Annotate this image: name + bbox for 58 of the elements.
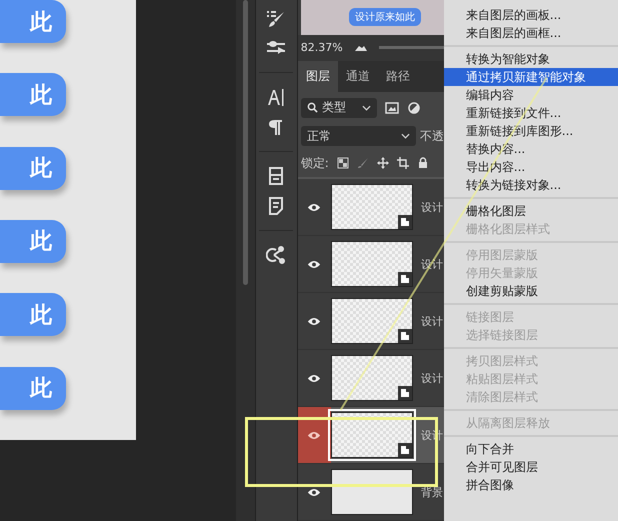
- eye-icon[interactable]: [307, 202, 322, 212]
- checker-lock-icon[interactable]: [336, 157, 349, 170]
- brush-icon[interactable]: [356, 157, 369, 170]
- zoom-level[interactable]: 82.37%: [300, 41, 343, 54]
- menu-item[interactable]: 栅格化图层: [444, 202, 618, 220]
- layer-name: 背景: [420, 484, 443, 500]
- menu-item[interactable]: 来自图层的画板...: [444, 6, 618, 24]
- filter-dropdown[interactable]: 类型: [300, 98, 377, 118]
- adjustment-icon[interactable]: [406, 102, 421, 114]
- menu-item[interactable]: 来自图层的画框...: [444, 24, 618, 42]
- panel-tab[interactable]: 路径: [378, 60, 418, 92]
- panel-tab[interactable]: 通道: [338, 60, 378, 92]
- panel-tab[interactable]: 图层: [298, 60, 338, 92]
- smart-object-icon: [398, 386, 412, 400]
- brush-list-icon[interactable]: [266, 8, 286, 28]
- eye-icon[interactable]: [307, 374, 322, 383]
- menu-item[interactable]: 转换为链接对象...: [444, 176, 618, 194]
- layer-row[interactable]: 背景: [298, 464, 444, 521]
- menu-item[interactable]: 重新链接到文件...: [444, 104, 618, 122]
- menu-item[interactable]: 通过拷贝新建智能对象: [444, 68, 618, 86]
- crop-icon[interactable]: [396, 157, 409, 170]
- eye-icon[interactable]: [307, 260, 322, 269]
- lock-label: 锁定:: [300, 154, 329, 172]
- opacity-label: 不透: [420, 128, 444, 145]
- menu-item[interactable]: 编辑内容: [444, 86, 618, 104]
- blend-mode-dropdown[interactable]: 正常: [300, 126, 416, 146]
- search-icon: [306, 102, 318, 114]
- connector-icon[interactable]: [266, 245, 286, 265]
- menu-item[interactable]: 向下合并: [444, 440, 618, 458]
- menu-item[interactable]: 合并可见图层: [444, 458, 618, 476]
- layer-row[interactable]: 设计: [298, 179, 444, 236]
- scrollbar[interactable]: [242, 0, 248, 285]
- smart-object-icon: [398, 443, 412, 458]
- move-icon[interactable]: [376, 157, 389, 170]
- smart-object-icon: [398, 215, 412, 230]
- text-tool-icon[interactable]: [266, 87, 286, 107]
- layer-row[interactable]: 设计: [298, 350, 444, 408]
- lock-icon[interactable]: [416, 157, 429, 170]
- blend-mode-label: 正常: [306, 128, 332, 145]
- layer-name: 设计: [420, 200, 443, 215]
- filter-label: 类型: [322, 99, 347, 116]
- layer-name: 设计: [420, 370, 443, 386]
- mountain-icon[interactable]: [354, 44, 367, 51]
- menu-item[interactable]: 重新链接到库图形...: [444, 122, 618, 140]
- chevron-icon: [400, 133, 410, 140]
- smart-object-icon: [398, 329, 412, 344]
- menu-item[interactable]: 替换内容...: [444, 140, 618, 158]
- smart-object-icon: [398, 272, 412, 286]
- menu-item[interactable]: 转换为智能对象: [444, 50, 618, 68]
- chevron-icon: [362, 104, 371, 111]
- layer-name: 设计: [420, 314, 443, 329]
- layer-row[interactable]: 设计: [298, 293, 444, 350]
- eye-icon[interactable]: [307, 488, 322, 497]
- menu-item[interactable]: 拼合图像: [444, 476, 618, 494]
- menu-item[interactable]: 导出内容...: [444, 158, 618, 176]
- menu-item[interactable]: 创建剪贴蒙版: [444, 282, 618, 300]
- image-filter-icon[interactable]: [384, 102, 399, 114]
- eye-icon[interactable]: [307, 316, 322, 326]
